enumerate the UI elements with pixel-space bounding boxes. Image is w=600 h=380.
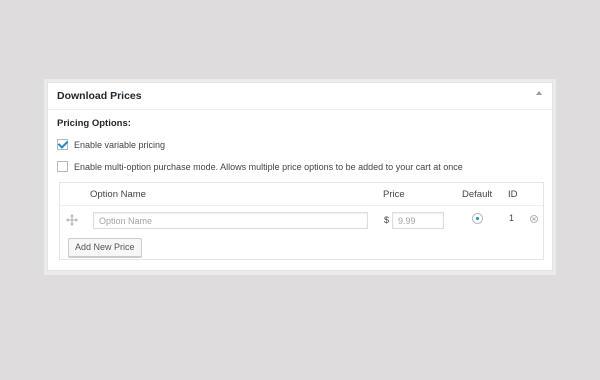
price-input[interactable] xyxy=(392,212,444,229)
header-divider xyxy=(60,205,543,206)
pricing-options-label: Pricing Options: xyxy=(57,118,131,129)
move-icon[interactable] xyxy=(66,214,78,226)
currency-symbol: $ xyxy=(384,215,390,225)
column-header-default: Default xyxy=(462,189,493,200)
add-new-price-button[interactable]: Add New Price xyxy=(68,238,142,257)
default-price-radio[interactable] xyxy=(472,213,483,224)
option-name-input[interactable] xyxy=(93,212,368,229)
column-header-option-name: Option Name xyxy=(90,189,146,200)
price-id-value: 1 xyxy=(509,213,515,223)
variable-pricing-label[interactable]: Enable variable pricing xyxy=(74,140,165,150)
metabox-header[interactable]: Download Prices xyxy=(48,83,552,110)
price-options-table: Option Name Price Default ID $ 1 xyxy=(59,182,544,260)
download-prices-metabox: Download Prices Pricing Options: Enable … xyxy=(47,82,553,271)
variable-pricing-row: Enable variable pricing xyxy=(57,139,165,150)
column-header-id: ID xyxy=(508,189,518,200)
remove-icon[interactable] xyxy=(530,215,538,223)
collapse-arrow-icon[interactable] xyxy=(536,91,542,95)
multi-option-label[interactable]: Enable multi-option purchase mode. Allow… xyxy=(74,162,463,172)
column-header-price: Price xyxy=(383,189,405,200)
metabox-title: Download Prices xyxy=(57,90,142,102)
multi-option-checkbox[interactable] xyxy=(57,161,68,172)
variable-pricing-checkbox[interactable] xyxy=(57,139,68,150)
multi-option-row: Enable multi-option purchase mode. Allow… xyxy=(57,161,463,172)
